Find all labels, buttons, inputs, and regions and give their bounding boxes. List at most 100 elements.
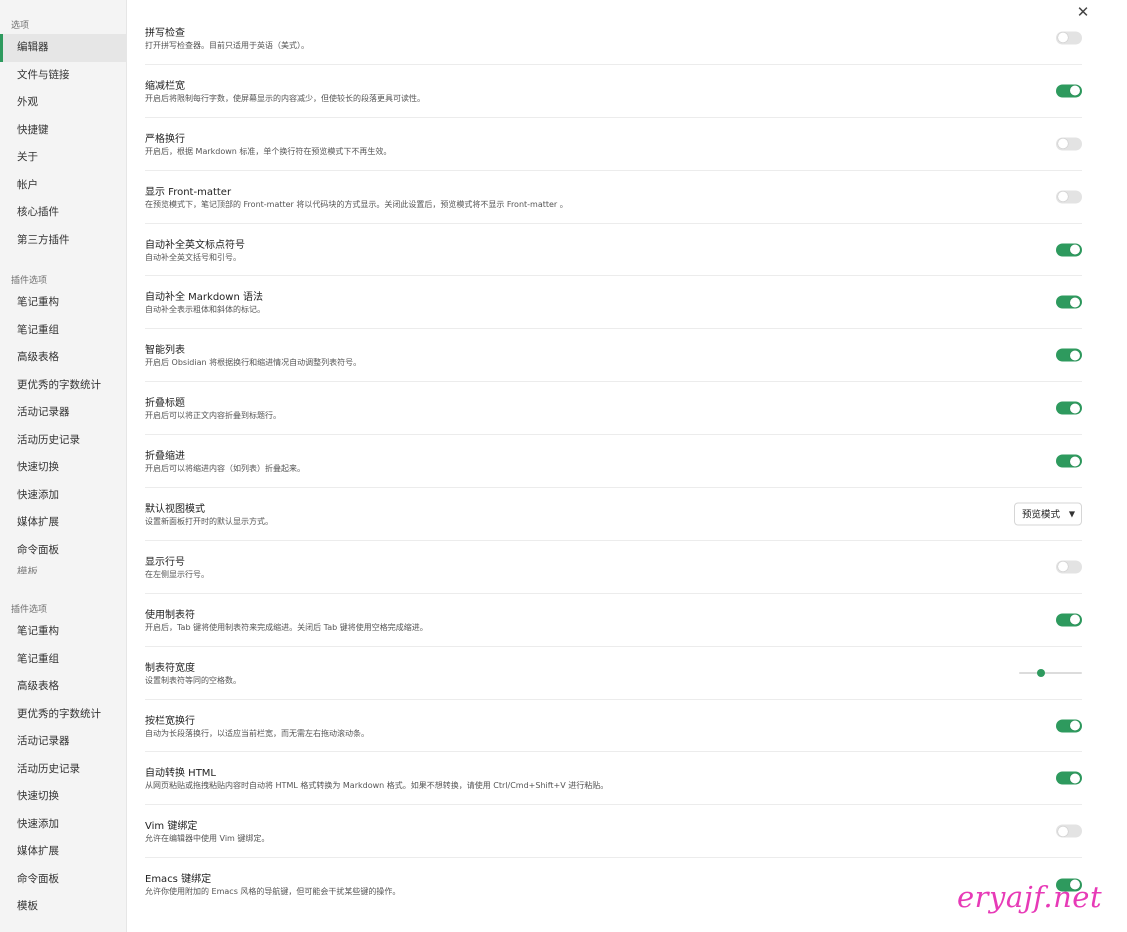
sidebar-item[interactable]: 模板 — [0, 893, 126, 921]
setting-description: 开启后 Obsidian 将根据换行和缩进情况自动调整列表符号。 — [145, 358, 362, 368]
settings-sidebar: 选项 编辑器 文件与链接 外观 快捷键 关于 帐户 核心插件 第三方插件 插件选项 笔记重构笔… — [0, 0, 127, 932]
setting-row: 折叠缩进 开启后可以将缩进内容（如列表）折叠起来。 — [145, 435, 1082, 489]
sidebar-heading: 插件选项 — [11, 276, 48, 286]
sidebar-item[interactable]: 关于 — [0, 144, 126, 172]
toggle-switch[interactable] — [1056, 719, 1082, 733]
sidebar-item[interactable]: 命令面板 — [0, 866, 126, 894]
sidebar-item[interactable]: 快捷键 — [0, 117, 126, 145]
sidebar-item[interactable]: 模板 — [0, 564, 126, 574]
toggle-switch[interactable] — [1056, 295, 1082, 309]
setting-description: 在左侧显示行号。 — [145, 569, 209, 579]
sidebar-item[interactable]: 核心插件 — [0, 199, 126, 227]
sidebar-group-plugin-options-2: 插件选项 笔记重构 笔记重组 高级表格 更优秀的字数统计 活动记录器 活动历史记录 快速切换… — [0, 602, 126, 921]
sidebar-item[interactable]: 文件与链接 — [0, 62, 126, 90]
setting-row: 自动补全英文标点符号 自动补全英文括号和引号。 — [145, 224, 1082, 277]
setting-name: 缩减栏宽 — [145, 80, 185, 92]
toggle-switch[interactable] — [1056, 560, 1082, 574]
setting-row: 折叠标题 开启后可以将正文内容折叠到标题行。 — [145, 382, 1082, 436]
toggle-knob — [1070, 297, 1080, 308]
setting-row: Emacs 键绑定 允许你使用附加的 Emacs 风格的导航键，但可能会干扰某些键… — [145, 858, 1082, 911]
sidebar-item[interactable]: 活动记录器 — [0, 399, 126, 427]
setting-description: 开启后，根据 Markdown 标准，单个换行符在预览模式下不再生效。 — [145, 146, 392, 156]
toggle-switch[interactable] — [1056, 190, 1082, 204]
sidebar-group-plugin-options: 插件选项 笔记重构 笔记重组 高级表格 更优秀的字数统计 活动记录器 活动历史记录 快速切换… — [0, 273, 126, 574]
setting-control — [1056, 348, 1082, 362]
toggle-switch[interactable] — [1056, 771, 1082, 785]
setting-name: 折叠缩进 — [145, 451, 185, 463]
setting-description: 开启后将限制每行字数，使屏幕显示的内容减少，但使较长的段落更具可读性。 — [145, 93, 425, 103]
sidebar-item[interactable]: 编辑器 — [0, 34, 126, 62]
setting-control — [1056, 84, 1082, 98]
setting-row: 缩减栏宽 开启后将限制每行字数，使屏幕显示的内容减少，但使较长的段落更具可读性。 — [145, 65, 1082, 118]
sidebar-item[interactable]: 笔记重构 — [0, 289, 126, 317]
sidebar-item[interactable]: 高级表格 — [0, 673, 126, 701]
sidebar-item[interactable]: 快速添加 — [0, 811, 126, 839]
toggle-knob — [1070, 614, 1080, 625]
sidebar-item[interactable]: 快速切换 — [0, 783, 126, 811]
setting-name: 制表符宽度 — [145, 662, 195, 674]
setting-description: 开启后，Tab 键将使用制表符来完成缩进。关闭后 Tab 键将使用空格完成缩进。 — [145, 622, 428, 632]
toggle-switch[interactable] — [1056, 613, 1082, 627]
setting-name: 按栏宽换行 — [145, 715, 195, 727]
sidebar-item[interactable]: 笔记重构 — [0, 618, 126, 646]
setting-control — [1056, 137, 1082, 151]
toggle-switch[interactable] — [1056, 137, 1082, 151]
view-mode-dropdown[interactable]: 预览模式 ▼ — [1014, 502, 1082, 526]
setting-name: 智能列表 — [145, 345, 185, 357]
sidebar-item[interactable]: 快速切换 — [0, 454, 126, 482]
setting-control — [1056, 454, 1082, 468]
toggle-switch[interactable] — [1056, 243, 1082, 256]
toggle-switch[interactable] — [1056, 31, 1082, 45]
sidebar-item[interactable]: 外观 — [0, 89, 126, 117]
setting-name: Vim 键绑定 — [145, 821, 198, 833]
toggle-knob — [1070, 350, 1080, 361]
setting-row: 显示 Front-matter 在预览模式下，笔记顶部的 Front-matter… — [145, 171, 1082, 224]
toggle-knob — [1070, 85, 1080, 96]
toggle-knob — [1058, 138, 1068, 149]
watermark: eryajf.net — [957, 880, 1103, 914]
tab-width-slider[interactable] — [1019, 668, 1082, 678]
sidebar-item[interactable]: 活动历史记录 — [0, 756, 126, 784]
setting-name: Emacs 键绑定 — [145, 874, 212, 886]
setting-name: 拼写检查 — [145, 28, 185, 39]
setting-row: 自动补全 Markdown 语法 自动补全表示粗体和斜体的标记。 — [145, 276, 1082, 330]
sidebar-item[interactable]: 更优秀的字数统计 — [0, 372, 126, 400]
sidebar-item[interactable]: 活动历史记录 — [0, 427, 126, 455]
setting-row: 按栏宽换行 自动为长段落换行，以适应当前栏宽，而无需左右拖动滚动条。 — [145, 700, 1082, 753]
sidebar-item[interactable]: 笔记重组 — [0, 317, 126, 345]
toggle-switch[interactable] — [1056, 401, 1082, 415]
toggle-knob — [1070, 456, 1080, 467]
settings-list: 拼写检查 打开拼写检查器。目前只适用于英语（美式）。 缩减栏宽 开启后将限制每行字数，… — [145, 12, 1082, 911]
toggle-knob — [1070, 403, 1080, 414]
sidebar-item[interactable]: 媒体扩展 — [0, 509, 126, 537]
setting-row: 拼写检查打开拼写检查器。目前只适用于英语（美式）。 — [145, 12, 1082, 65]
toggle-switch[interactable] — [1056, 454, 1082, 468]
setting-description: 打开拼写检查器。目前只适用于英语（美式）。 — [145, 41, 309, 50]
toggle-switch[interactable] — [1056, 348, 1082, 362]
setting-name: 严格换行 — [145, 133, 185, 145]
setting-row: Vim 键绑定 允许在编辑器中使用 Vim 键绑定。 — [145, 805, 1082, 859]
toggle-knob — [1058, 561, 1068, 572]
sidebar-item[interactable]: 笔记重组 — [0, 646, 126, 674]
setting-row: 使用制表符 开启后，Tab 键将使用制表符来完成缩进。关闭后 Tab 键将使用空格… — [145, 594, 1082, 647]
sidebar-item[interactable]: 更优秀的字数统计 — [0, 701, 126, 729]
sidebar-item[interactable]: 媒体扩展 — [0, 838, 126, 866]
sidebar-group-options: 选项 编辑器 文件与链接 外观 快捷键 关于 帐户 核心插件 第三方插件 — [0, 18, 126, 254]
setting-description: 从网页粘贴或拖拽粘贴内容时自动将 HTML 格式转换为 Markdown 格式。… — [145, 781, 609, 791]
sidebar-item[interactable]: 帐户 — [0, 172, 126, 200]
sidebar-item[interactable]: 高级表格 — [0, 344, 126, 372]
slider-thumb[interactable] — [1037, 668, 1046, 677]
sidebar-item[interactable]: 命令面板 — [0, 537, 126, 565]
toggle-switch[interactable] — [1056, 84, 1082, 98]
setting-row: 显示行号 在左侧显示行号。 — [145, 541, 1082, 594]
sidebar-item[interactable]: 快速添加 — [0, 482, 126, 510]
setting-row: 智能列表 开启后 Obsidian 将根据换行和缩进情况自动调整列表符号。 — [145, 329, 1082, 383]
sidebar-heading: 插件选项 — [11, 605, 48, 615]
setting-name: 自动补全英文标点符号 — [145, 239, 245, 251]
toggle-switch[interactable] — [1056, 824, 1082, 838]
setting-description: 允许你使用附加的 Emacs 风格的导航键，但可能会干扰某些键的操作。 — [145, 887, 401, 897]
sidebar-item[interactable]: 第三方插件 — [0, 227, 126, 255]
setting-control — [1056, 613, 1082, 627]
sidebar-item[interactable]: 活动记录器 — [0, 728, 126, 756]
setting-description: 开启后可以将正文内容折叠到标题行。 — [145, 411, 281, 421]
